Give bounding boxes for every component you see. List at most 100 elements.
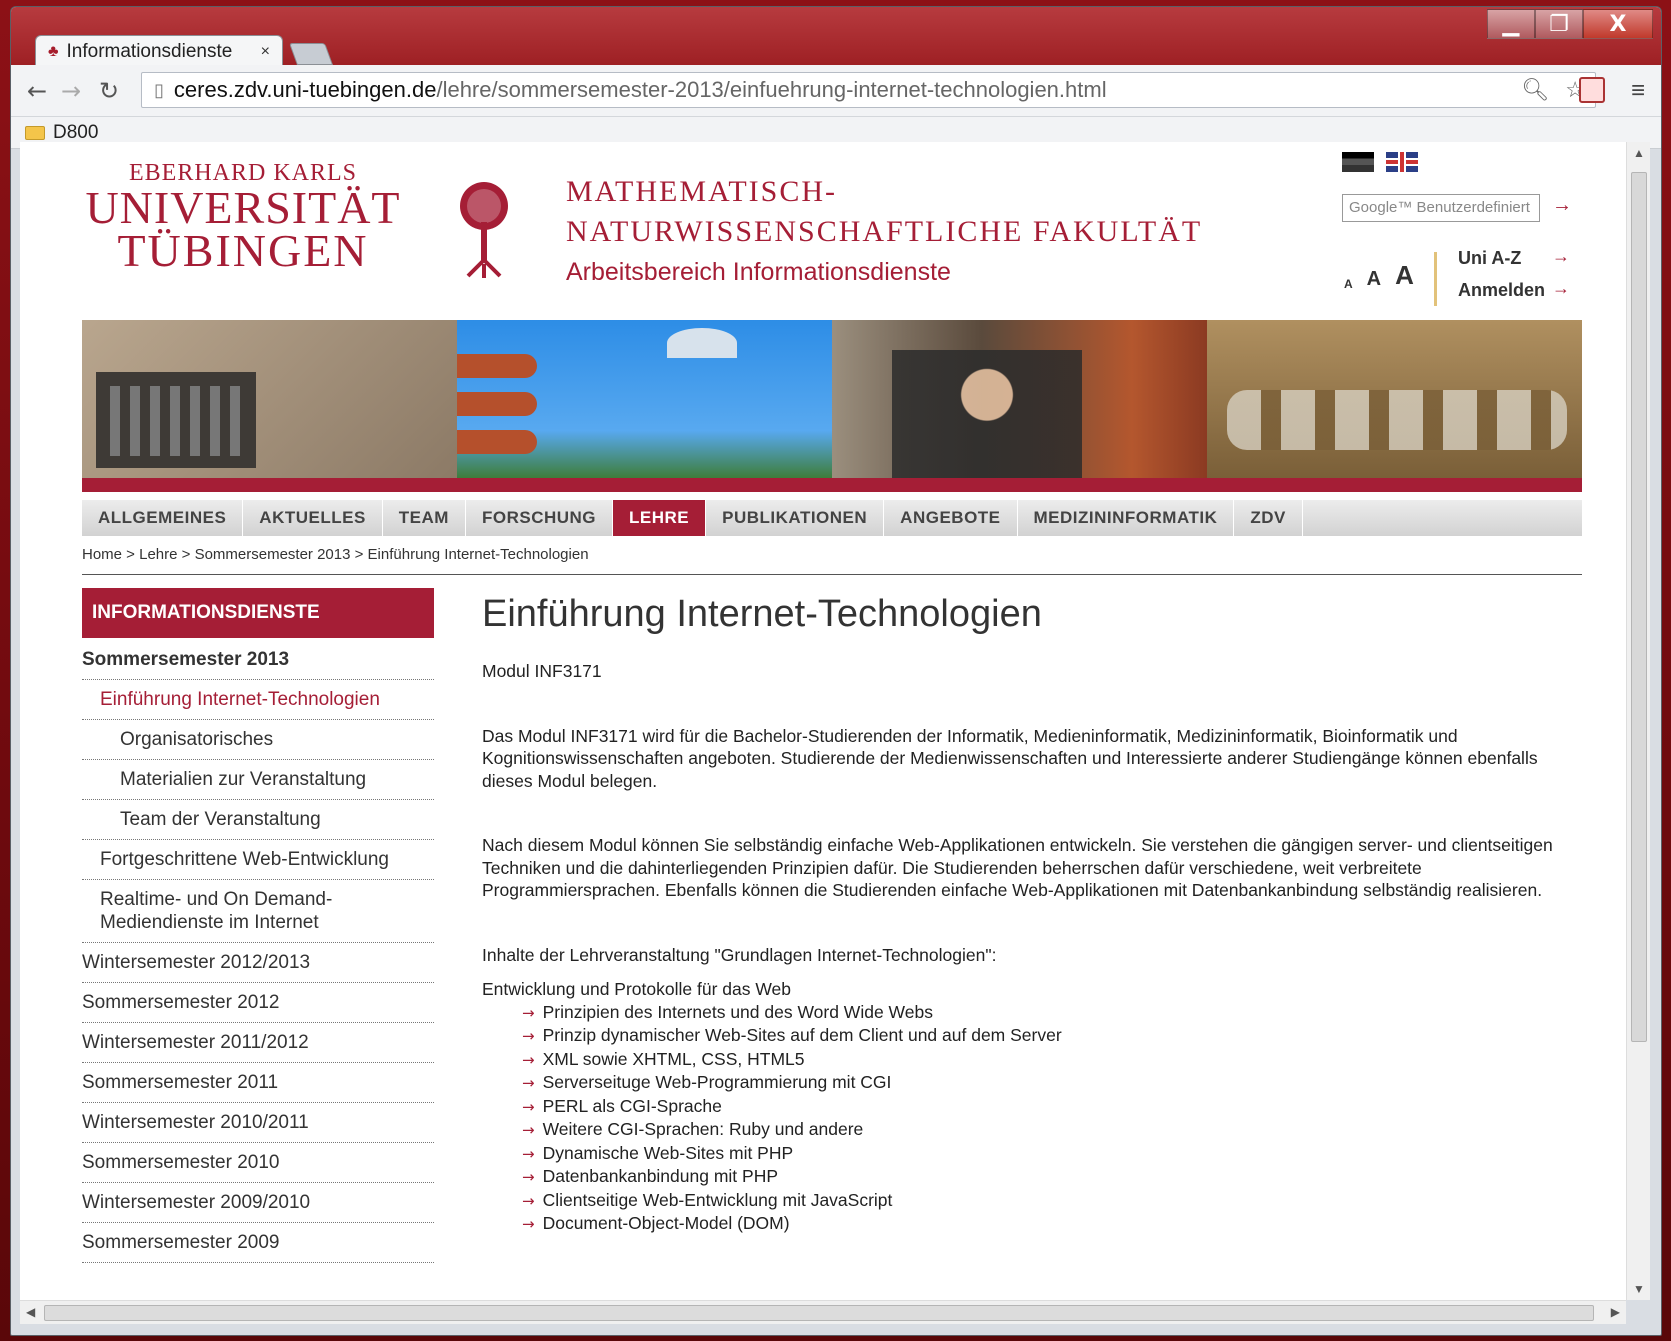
english-flag-icon[interactable] [1386, 152, 1418, 172]
arrow-icon: → [522, 1215, 535, 1233]
list-item: → Serverseituge Web-Programmierung mit CG… [522, 1072, 892, 1092]
language-switcher [1342, 152, 1418, 172]
list-item: → Document-Object-Model (DOM) [522, 1213, 790, 1233]
sidebar-item-sose-2012[interactable]: Sommersemester 2012 [82, 983, 434, 1023]
extension-icon[interactable] [1579, 77, 1605, 103]
list-item: → PERL als CGI-Sprache [522, 1095, 722, 1116]
sidebar-item-materialien[interactable]: Materialien zur Veranstaltung [82, 760, 434, 800]
arrow-icon: → [522, 1074, 535, 1092]
main-navigation: ALLGEMEINES AKTUELLES TEAM FORSCHUNG LEH… [82, 500, 1582, 536]
list-item: → XML sowie XHTML, CSS, HTML5 [522, 1048, 805, 1069]
nav-angebote[interactable]: ANGEBOTE [884, 500, 1018, 536]
site-search-input[interactable]: Google™ Benutzerdefiniert [1342, 194, 1540, 222]
zoom-icon[interactable]: 🔍︎ [1521, 77, 1549, 103]
window-controls: ▁ ❐ X [1487, 9, 1653, 39]
bookmark-d800[interactable]: D800 [53, 122, 98, 144]
horizontal-scrollbar[interactable]: ◀ ▶ [20, 1300, 1626, 1324]
divider [82, 574, 1582, 575]
vertical-scroll-thumb[interactable] [1631, 172, 1647, 1042]
new-tab-button[interactable] [288, 43, 334, 65]
sidebar-item-einfuehrung[interactable]: Einführung Internet-Technologien [82, 680, 434, 720]
page-title: Einführung Internet-Technologien [482, 593, 1042, 635]
list-item: → Clientseitige Web-Entwicklung mit JavaS… [522, 1189, 893, 1210]
nav-aktuelles[interactable]: AKTUELLES [243, 500, 383, 536]
sidebar-item-wise-2009[interactable]: Wintersemester 2009/2010 [82, 1183, 434, 1223]
sidebar-item-wise-2011[interactable]: Wintersemester 2011/2012 [82, 1023, 434, 1063]
menu-icon[interactable]: ≡ [1631, 77, 1645, 105]
sidebar-item-sose-2013[interactable]: Sommersemester 2013 [82, 640, 434, 680]
address-bar[interactable]: ▯ ceres.zdv.uni-tuebingen.de/lehre/somme… [141, 72, 1596, 108]
nav-lehre[interactable]: LEHRE [613, 500, 707, 536]
nav-zdv[interactable]: ZDV [1234, 500, 1303, 536]
search-submit-arrow-icon[interactable]: → [1552, 194, 1572, 217]
horizontal-scroll-thumb[interactable] [44, 1305, 1594, 1321]
vertical-scrollbar[interactable]: ▲ ▼ [1626, 142, 1650, 1300]
intro-paragraph: Das Modul INF3171 wird für die Bachelor-… [482, 725, 1538, 791]
minimize-button[interactable]: ▁ [1487, 9, 1535, 39]
nav-forschung[interactable]: FORSCHUNG [466, 500, 614, 536]
nav-medizininformatik[interactable]: MEDIZININFORMATIK [1018, 500, 1235, 536]
reload-icon[interactable]: ↻ [99, 77, 119, 105]
arrow-icon: → [522, 1144, 535, 1163]
sidebar-item-organisatorisches[interactable]: Organisatorisches [82, 720, 434, 760]
uni-az-arrow-icon: → [1552, 246, 1570, 266]
url-path: /lehre/sommersemester-2013/einfuehrung-i… [436, 77, 1107, 102]
banner-image-paraglider [457, 320, 832, 478]
faculty-line1: MATHEMATISCH- [566, 175, 838, 208]
arrow-icon: → [522, 1050, 535, 1069]
nav-team[interactable]: TEAM [383, 500, 466, 536]
back-arrow-icon[interactable]: ← [27, 77, 47, 105]
arrow-icon: → [522, 1027, 535, 1045]
folder-icon [25, 125, 45, 140]
sidebar-item-team[interactable]: Team der Veranstaltung [82, 800, 434, 840]
sidebar-item-sose-2010[interactable]: Sommersemester 2010 [82, 1143, 434, 1183]
tab-close-icon[interactable]: × [261, 43, 270, 61]
arrow-icon: → [522, 1191, 535, 1210]
scroll-right-icon[interactable]: ▶ [1611, 1305, 1620, 1319]
maximize-button[interactable]: ❐ [1535, 9, 1583, 39]
banner-image-building [82, 320, 457, 478]
sidebar-item-sose-2011[interactable]: Sommersemester 2011 [82, 1063, 434, 1103]
module-code: Modul INF3171 [482, 661, 602, 681]
sidebar-item-fortgeschrittene[interactable]: Fortgeschrittene Web-Entwicklung [82, 840, 434, 880]
title-bar: ▁ ❐ X ♣ Informationsdienste × [11, 7, 1661, 67]
font-size-small[interactable]: A [1344, 277, 1353, 291]
close-window-button[interactable]: X [1583, 9, 1653, 39]
uni-az-link[interactable]: Uni A-Z [1458, 248, 1521, 269]
sidebar-heading[interactable]: INFORMATIONSDIENSTE [82, 588, 434, 638]
scroll-up-icon[interactable]: ▲ [1633, 146, 1645, 160]
breadcrumb[interactable]: Home > Lehre > Sommersemester 2013 > Ein… [82, 546, 589, 563]
tree-seal-icon [460, 182, 508, 278]
forward-arrow-icon[interactable]: → [61, 77, 81, 105]
sidebar-item-wise-2010[interactable]: Wintersemester 2010/2011 [82, 1103, 434, 1143]
page-icon: ▯ [154, 79, 164, 100]
arrow-icon: → [522, 1121, 535, 1139]
list-heading: Entwicklung und Protokolle für das Web [482, 979, 792, 999]
sidebar-item-wise-2012[interactable]: Wintersemester 2012/2013 [82, 943, 434, 983]
font-size-large[interactable]: A [1395, 260, 1414, 291]
main-content: Einführung Internet-Technologien Modul I… [482, 588, 1582, 1236]
arrow-icon: → [522, 1097, 535, 1116]
sidebar-item-realtime[interactable]: Realtime- und On Demand-Mediendienste im… [82, 880, 434, 943]
scroll-down-icon[interactable]: ▼ [1633, 1282, 1645, 1296]
uni-logo-line2: UNIVERSITÄT [85, 182, 401, 233]
university-logo[interactable]: EBERHARD KARLS UNIVERSITÄT TÜBINGEN [82, 160, 404, 276]
uni-logo-line3: TÜBINGEN [117, 225, 369, 276]
login-link[interactable]: Anmelden [1458, 280, 1545, 301]
page-viewport: EBERHARD KARLS UNIVERSITÄT TÜBINGEN MATH… [20, 142, 1626, 1300]
sidebar-item-sose-2009[interactable]: Sommersemester 2009 [82, 1223, 434, 1263]
browser-tab[interactable]: ♣ Informationsdienste × [35, 35, 283, 67]
faculty-title: MATHEMATISCH- NATURWISSENSCHAFTLICHE FAK… [566, 172, 1202, 287]
browser-toolbar: ← → ↻ ▯ ceres.zdv.uni-tuebingen.de/lehre… [11, 65, 1661, 117]
omnibox-icons: 🔍︎ ☆ [1521, 77, 1585, 103]
banner-image-graduates [832, 320, 1207, 478]
header-divider [1434, 252, 1437, 306]
nav-allgemeines[interactable]: ALLGEMEINES [82, 500, 244, 536]
german-flag-icon[interactable] [1342, 152, 1374, 172]
list-item: → Prinzipien des Internets und des Word W… [522, 1001, 933, 1022]
nav-publikationen[interactable]: PUBLIKATIONEN [706, 500, 885, 536]
scroll-left-icon[interactable]: ◀ [26, 1305, 35, 1319]
font-size-medium[interactable]: A [1367, 268, 1381, 291]
goals-paragraph: Nach diesem Modul können Sie selbständig… [482, 835, 1553, 900]
header-banner [82, 320, 1582, 478]
